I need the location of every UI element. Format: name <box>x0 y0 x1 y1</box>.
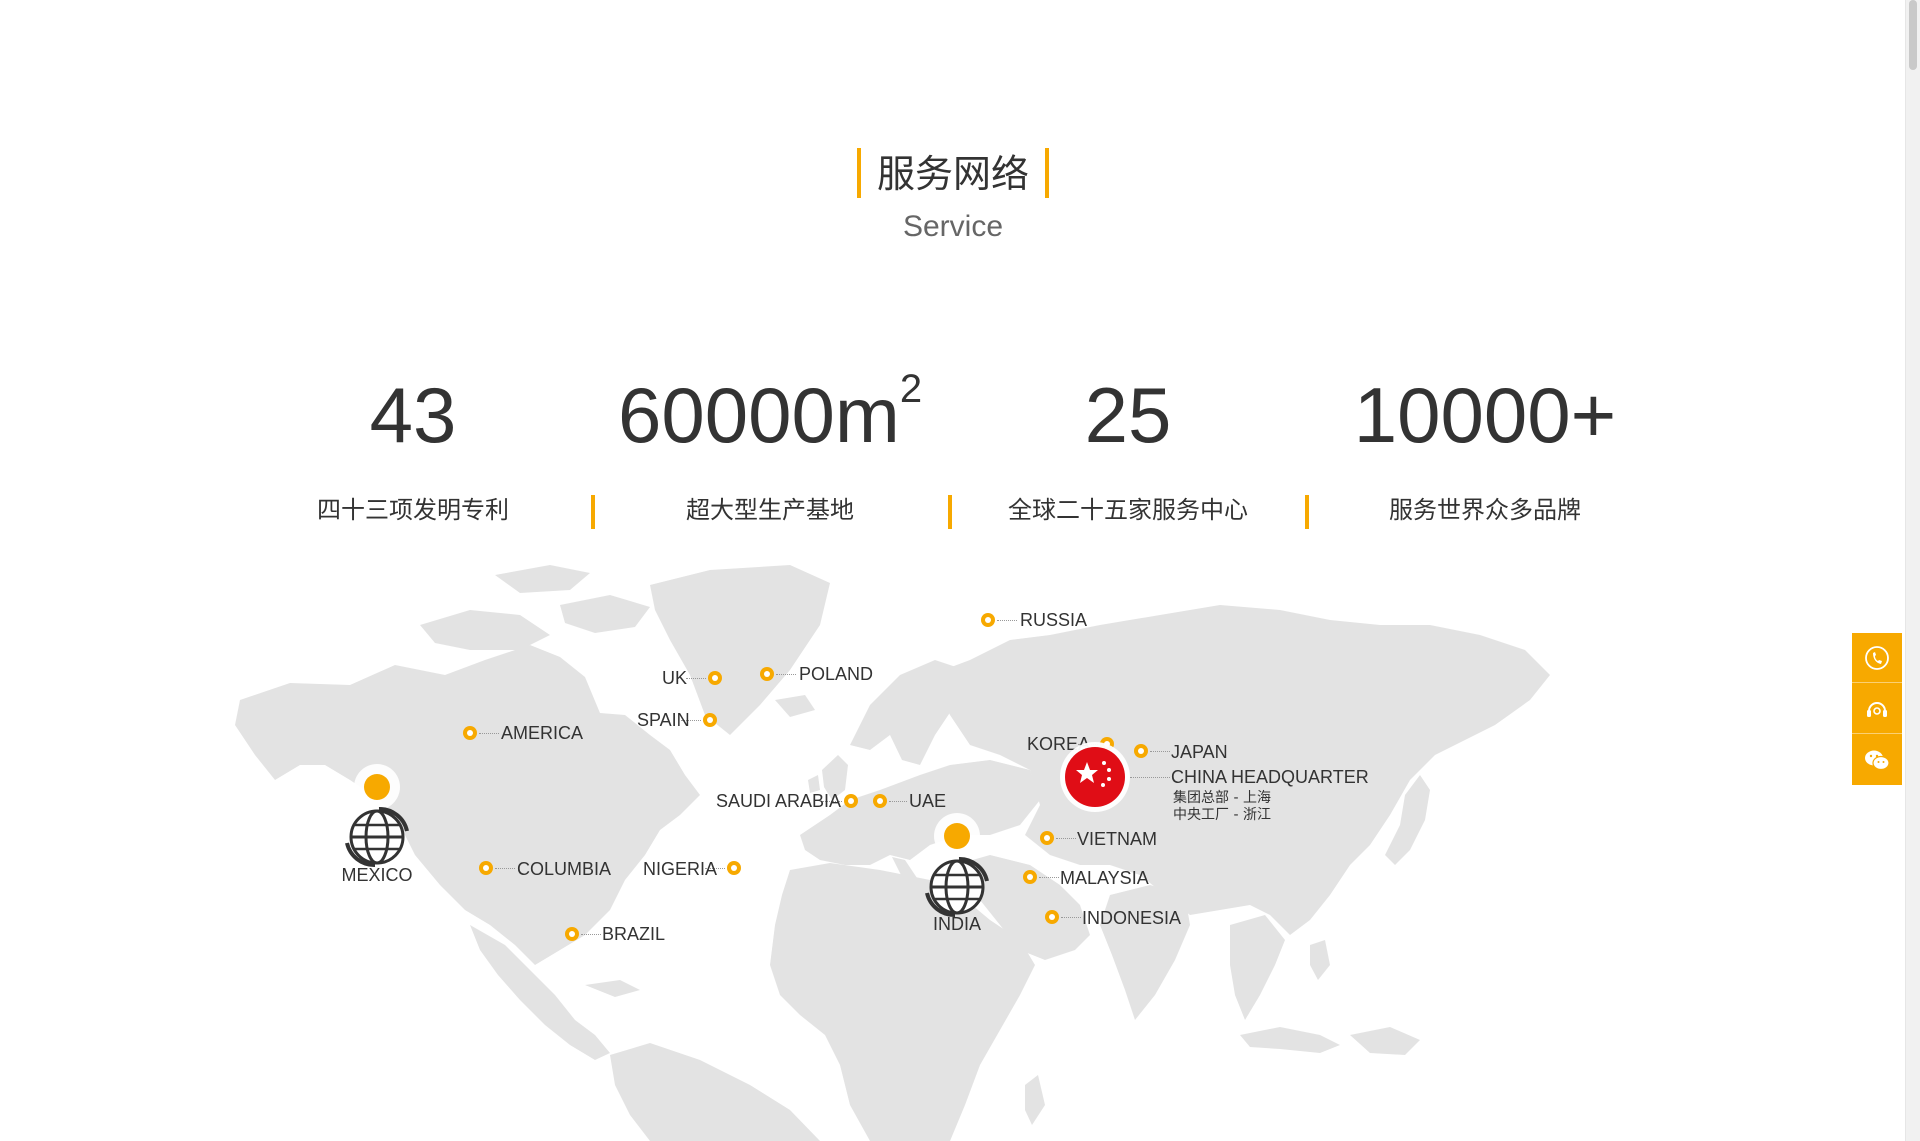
uk-marker[interactable] <box>708 671 722 685</box>
mexico-globe-icon <box>345 805 409 869</box>
stat-number: 25 <box>1084 371 1172 459</box>
russia-label[interactable]: RUSSIA <box>1020 609 1087 631</box>
stat-number: 43 <box>369 371 457 459</box>
stats-row: 43 四十三项发明专利 60000m2 超大型生产基地 25 全球二十五家服务中… <box>240 360 1680 540</box>
floating-contact-bar <box>1852 633 1902 785</box>
china-hq-label[interactable]: CHINA HEADQUARTER <box>1171 766 1369 788</box>
russia-marker[interactable] <box>981 613 995 627</box>
malaysia-dotted-line <box>1039 877 1059 878</box>
india-label[interactable]: INDIA <box>907 914 1007 935</box>
stat-label: 全球二十五家服务中心 <box>1008 496 1248 524</box>
stat-label: 四十三项发明专利 <box>317 496 509 524</box>
uk-label[interactable]: UK <box>662 667 687 689</box>
section-title: 服务网络 <box>0 148 1906 200</box>
malaysia-marker[interactable] <box>1023 870 1037 884</box>
vietnam-marker[interactable] <box>1040 831 1054 845</box>
indonesia-marker[interactable] <box>1045 910 1059 924</box>
poland-marker[interactable] <box>760 667 774 681</box>
india-dot[interactable] <box>944 823 970 849</box>
star-icon <box>1076 761 1111 787</box>
stat-production-base: 60000m2 超大型生产基地 <box>600 360 940 528</box>
scrollbar-thumb[interactable] <box>1909 0 1917 70</box>
china-hq-shanghai: 集团总部 - 上海 <box>1173 790 1271 806</box>
spain-marker[interactable] <box>703 713 717 727</box>
america-marker[interactable] <box>463 726 477 740</box>
world-map-image <box>235 565 1550 1141</box>
japan-dotted-line <box>1150 751 1170 752</box>
phone-button[interactable] <box>1852 633 1902 683</box>
stat-divider <box>948 495 952 529</box>
world-map: RUSSIA POLAND UK SPAIN AMERICA KOREA JAP… <box>230 565 1650 1141</box>
stat-service-centers: 25 全球二十五家服务中心 <box>958 360 1298 528</box>
brazil-marker[interactable] <box>565 927 579 941</box>
mexico-dot[interactable] <box>364 774 390 800</box>
stat-value: 43 <box>243 360 583 470</box>
indonesia-label[interactable]: INDONESIA <box>1082 907 1181 929</box>
headset-icon <box>1867 701 1887 717</box>
page-scrollbar[interactable] <box>1905 0 1920 1141</box>
brazil-dotted-line <box>581 934 601 935</box>
wechat-button[interactable] <box>1852 735 1902 785</box>
stat-patents: 43 四十三项发明专利 <box>243 360 583 528</box>
america-label[interactable]: AMERICA <box>501 722 583 744</box>
stat-superscript: 2 <box>899 367 923 411</box>
uae-dotted-line <box>889 801 907 802</box>
stat-number: 10000+ <box>1353 371 1617 459</box>
japan-label[interactable]: JAPAN <box>1171 741 1228 763</box>
stat-brands: 10000+ 服务世界众多品牌 <box>1315 360 1655 528</box>
saudi-label[interactable]: SAUDI ARABIA <box>716 790 841 812</box>
saudi-marker[interactable] <box>844 794 858 808</box>
stat-value: 25 <box>958 360 1298 470</box>
customer-service-button[interactable] <box>1852 684 1902 734</box>
brazil-label[interactable]: BRAZIL <box>602 923 665 945</box>
poland-label[interactable]: POLAND <box>799 663 873 685</box>
poland-dotted-line <box>776 674 796 675</box>
america-dotted-line <box>479 733 499 734</box>
china-hq-zhejiang: 中央工厂 - 浙江 <box>1173 807 1271 823</box>
russia-dotted-line <box>997 620 1017 621</box>
japan-marker[interactable] <box>1134 744 1148 758</box>
stat-value: 60000m2 <box>600 360 940 470</box>
columbia-dotted-line <box>495 868 515 869</box>
india-globe-icon <box>925 855 989 919</box>
section-subtitle: Service <box>902 210 1004 243</box>
uae-marker[interactable] <box>873 794 887 808</box>
uk-dotted-line <box>686 678 706 679</box>
indonesia-dotted-line <box>1061 917 1081 918</box>
malaysia-label[interactable]: MALAYSIA <box>1060 867 1149 889</box>
columbia-label[interactable]: COLUMBIA <box>517 858 611 880</box>
stat-label: 服务世界众多品牌 <box>1389 496 1581 524</box>
mexico-label[interactable]: MEXICO <box>327 865 427 886</box>
stat-label: 超大型生产基地 <box>686 496 854 524</box>
uae-label[interactable]: UAE <box>909 790 946 812</box>
stat-divider <box>1305 495 1309 529</box>
vietnam-label[interactable]: VIETNAM <box>1077 828 1157 850</box>
nigeria-label[interactable]: NIGERIA <box>643 858 717 880</box>
stat-value: 10000+ <box>1315 360 1655 470</box>
china-hq-marker[interactable] <box>1065 747 1125 807</box>
stat-number: 60000m <box>617 371 900 459</box>
china-hq-dotted-line <box>1130 777 1170 778</box>
section-title-text: 服务网络 <box>856 148 1050 200</box>
spain-label[interactable]: SPAIN <box>637 709 690 731</box>
stat-divider <box>591 495 595 529</box>
columbia-marker[interactable] <box>479 861 493 875</box>
nigeria-marker[interactable] <box>727 861 741 875</box>
wechat-icon <box>1865 750 1890 771</box>
phone-icon <box>1865 645 1889 670</box>
vietnam-dotted-line <box>1056 838 1076 839</box>
